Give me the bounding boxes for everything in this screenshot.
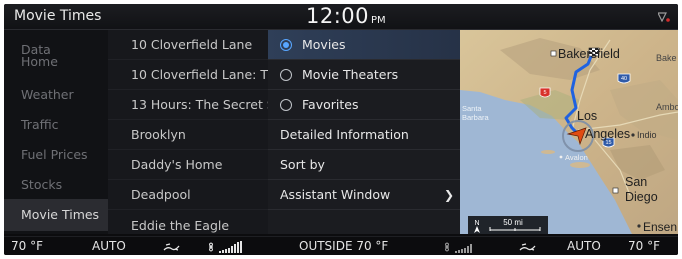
sidebar-item-traffic[interactable]: Traffic xyxy=(4,110,108,140)
map-label: Diego xyxy=(625,190,658,204)
menu-action-label: Assistant Window xyxy=(280,187,391,202)
app-title: Movie Times xyxy=(14,8,102,24)
scale-label: 50 mi xyxy=(503,218,523,227)
menu-assistant-window[interactable]: Assistant Window ❯ xyxy=(268,180,460,210)
list-item[interactable]: Deadpool xyxy=(108,180,268,210)
list-item[interactable]: 10 Cloverfield Lane xyxy=(108,30,268,60)
clock-ampm: PM xyxy=(371,15,386,26)
airflow-direction-icon[interactable] xyxy=(516,240,538,254)
navigation-map[interactable]: 5 40 15 Bakersfield Bake Santa Barbara A… xyxy=(460,30,678,234)
map-label: Bake xyxy=(656,53,677,63)
sidebar-item-stocks[interactable]: Stocks xyxy=(4,170,108,200)
map-label: Los xyxy=(577,109,597,123)
map-label: Barbara xyxy=(462,113,490,122)
north-label: N xyxy=(474,220,479,227)
list-item[interactable]: 13 Hours: The Secret S xyxy=(108,90,268,120)
sidebar-item-label: Fuel Prices xyxy=(21,147,88,162)
chevron-right-icon: ❯ xyxy=(443,188,454,202)
map-label: Indio xyxy=(637,130,657,140)
highway-shield-icon: 40 xyxy=(617,73,631,84)
options-menu: Movies Movie Theaters Favorites Detailed… xyxy=(268,30,460,234)
top-status-bar: Movie Times 12:00 PM xyxy=(4,4,678,30)
clock-time: 12:00 xyxy=(306,4,370,28)
list-item[interactable]: 10 Cloverfield Lane: Th xyxy=(108,60,268,90)
menu-option-movie-theaters[interactable]: Movie Theaters xyxy=(268,60,460,90)
map-label: Bakersfield xyxy=(558,47,620,61)
map-label: Avalon xyxy=(565,153,588,162)
right-climate-mode[interactable]: AUTO xyxy=(567,239,601,253)
menu-sort-by[interactable]: Sort by xyxy=(268,150,460,180)
map-label: Angeles xyxy=(585,127,630,141)
menu-option-movies[interactable]: Movies xyxy=(268,30,460,60)
svg-text:40: 40 xyxy=(621,76,627,82)
sidebar-item-label: Weather xyxy=(21,87,74,102)
sidebar-item-movie-times[interactable]: Movie Times xyxy=(4,199,108,231)
radio-unselected-icon xyxy=(280,68,292,81)
infotainment-screen: Movie Times 12:00 PM Data Home Weather Tr… xyxy=(4,4,678,255)
map-scale: N 50 mi xyxy=(468,216,548,234)
left-temperature[interactable]: 70 °F xyxy=(11,239,43,253)
left-climate-mode[interactable]: AUTO xyxy=(92,239,126,253)
sidebar-item-label: Data Home xyxy=(21,42,58,69)
fan-speed-icon[interactable] xyxy=(443,240,483,254)
sidebar-item-label: Movie Times xyxy=(21,207,100,222)
sidebar: Data Home Weather Traffic Fuel Prices St… xyxy=(4,30,108,234)
list-item[interactable]: Eddie the Eagle xyxy=(108,210,268,234)
menu-option-label: Movie Theaters xyxy=(302,67,399,82)
sidebar-item-label: Traffic xyxy=(21,117,59,132)
menu-option-label: Movies xyxy=(302,37,346,52)
climate-bar: 70 °F AUTO OUTSIDE 70 °F AUTO 70 °F xyxy=(4,236,678,255)
sidebar-item-weather[interactable]: Weather xyxy=(4,80,108,110)
right-temperature[interactable]: 70 °F xyxy=(628,239,660,253)
menu-detailed-information[interactable]: Detailed Information xyxy=(268,120,460,150)
list-item[interactable]: Daddy's Home xyxy=(108,150,268,180)
map-label: Ensen xyxy=(643,220,677,234)
sidebar-item-fuel-prices[interactable]: Fuel Prices xyxy=(4,140,108,170)
map-label: Santa xyxy=(462,104,482,113)
svg-text:5: 5 xyxy=(543,90,546,96)
map-label: San xyxy=(625,175,647,189)
list-item[interactable]: Brooklyn xyxy=(108,120,268,150)
movie-list: 10 Cloverfield Lane 10 Cloverfield Lane:… xyxy=(108,30,268,234)
radio-selected-icon xyxy=(280,38,292,51)
airflow-direction-icon[interactable] xyxy=(160,240,182,254)
menu-action-label: Sort by xyxy=(280,157,325,172)
map-canvas: 5 40 15 Bakersfield Bake Santa Barbara A… xyxy=(460,30,678,234)
sidebar-item-label: Stocks xyxy=(21,177,63,192)
outside-temperature: OUTSIDE 70 °F xyxy=(299,239,389,253)
menu-action-label: Detailed Information xyxy=(280,127,409,142)
menu-option-label: Favorites xyxy=(302,97,359,112)
sidebar-item-data-home[interactable]: Data Home xyxy=(4,42,108,72)
menu-option-favorites[interactable]: Favorites xyxy=(268,90,460,120)
radio-unselected-icon xyxy=(280,98,292,111)
fan-speed-icon[interactable] xyxy=(207,240,247,254)
signal-icon xyxy=(658,12,670,22)
clock: 12:00 PM xyxy=(306,4,386,28)
highway-shield-icon: 5 xyxy=(539,87,551,98)
map-label: Ambo xyxy=(656,102,678,112)
